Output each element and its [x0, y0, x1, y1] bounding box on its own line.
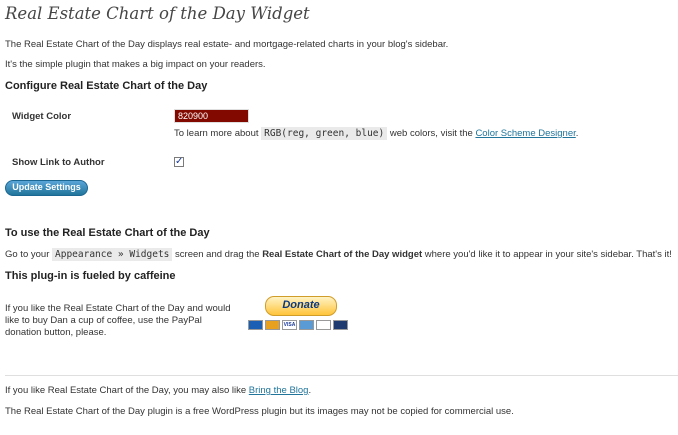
divider [5, 375, 678, 376]
also-like-prefix: If you like Real Estate Chart of the Day… [5, 385, 247, 396]
usage-bold: Real Estate Chart of the Day widget [262, 249, 423, 260]
paypal-donate-button[interactable]: Donate [265, 296, 337, 316]
usage-heading: To use the Real Estate Chart of the Day [5, 227, 210, 239]
color-help-suffix: . [575, 128, 579, 139]
payment-cards: VISA [248, 320, 348, 332]
rgb-code: RGB(reg, green, blue) [261, 127, 388, 140]
configure-heading: Configure Real Estate Chart of the Day [5, 80, 208, 92]
visa-card-icon: VISA [282, 320, 297, 330]
maestro-card-icon [248, 320, 263, 330]
mastercard-icon [265, 320, 280, 330]
color-help-mid: web colors, visit the [389, 128, 473, 139]
page-title: Real Estate Chart of the Day Widget [5, 4, 310, 23]
discover-card-icon [316, 320, 331, 330]
intro-text: The Real Estate Chart of the Day display… [5, 39, 449, 50]
amex-card-icon [299, 320, 314, 330]
widget-color-label: Widget Color [12, 111, 72, 122]
bring-the-blog-link[interactable]: Bring the Blog [249, 385, 309, 396]
caffeine-heading: This plug-in is fueled by caffeine [5, 270, 176, 282]
tagline-text: It's the simple plugin that makes a big … [5, 59, 266, 70]
color-help-text: To learn more about RGB(reg, green, blue… [174, 127, 579, 140]
caffeine-line-2: like to buy Dan a cup of coffee, use the… [5, 315, 202, 326]
appearance-widgets-code: Appearance » Widgets [52, 248, 173, 261]
also-like-suffix: . [308, 385, 312, 396]
copyright-notice: The Real Estate Chart of the Day plugin … [5, 406, 514, 417]
usage-suffix: where you'd like it to appear in your si… [424, 249, 672, 260]
widget-color-input[interactable] [174, 109, 249, 123]
usage-text: Go to your Appearance » Widgets screen a… [5, 248, 672, 261]
show-link-label: Show Link to Author [12, 157, 105, 168]
usage-mid: screen and drag the [175, 249, 260, 260]
usage-prefix: Go to your [5, 249, 50, 260]
caffeine-line-1: If you like the Real Estate Chart of the… [5, 303, 231, 314]
also-like-text: If you like Real Estate Chart of the Day… [5, 385, 311, 397]
color-help-prefix: To learn more about [174, 128, 259, 139]
bank-card-icon [333, 320, 348, 330]
show-link-checkbox[interactable]: ✓ [174, 157, 184, 167]
caffeine-line-3: donation button, please. [5, 327, 107, 338]
color-scheme-designer-link[interactable]: Color Scheme Designer [475, 128, 575, 139]
update-settings-button[interactable]: Update Settings [5, 180, 88, 196]
